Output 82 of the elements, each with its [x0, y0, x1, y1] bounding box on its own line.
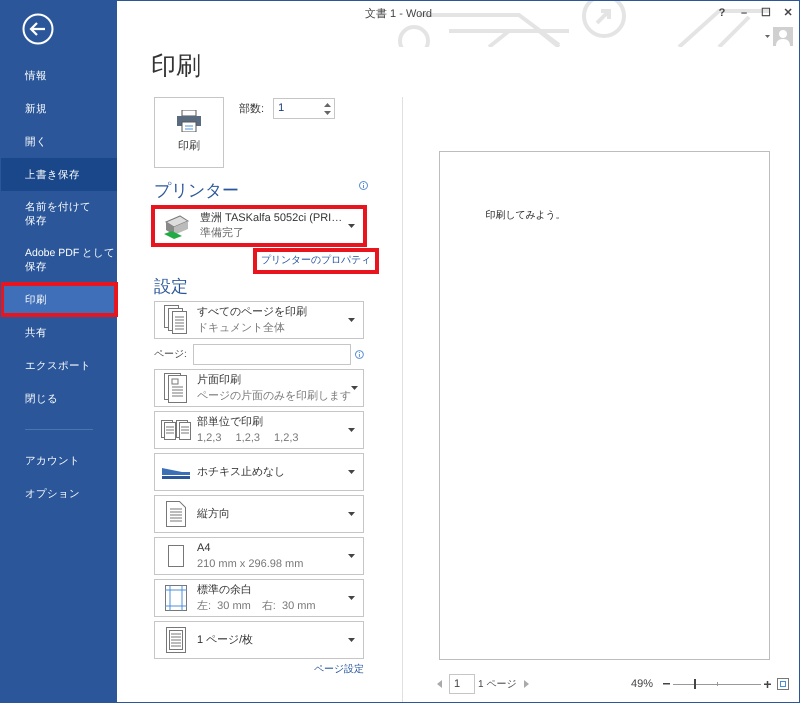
pages-input-field[interactable]: [193, 344, 352, 364]
sidebar-item[interactable]: Adobe PDF として 保存: [1, 237, 117, 283]
back-button[interactable]: [22, 13, 54, 45]
sidebar-item[interactable]: アカウント: [1, 444, 117, 477]
printer-icon: [177, 110, 201, 132]
sidebar-item[interactable]: 共有: [1, 316, 117, 349]
copies-label: 部数:: [239, 102, 264, 117]
sidebar-item[interactable]: 印刷: [1, 283, 117, 316]
setting-description: 210 mm x 296.98 mm: [197, 557, 304, 572]
dropdown-caret-icon: [348, 596, 355, 600]
zoom-slider[interactable]: [673, 679, 761, 689]
window-control-button[interactable]: ☐: [755, 1, 777, 25]
sidebar-item[interactable]: 名前を付けて 保存: [1, 191, 117, 237]
copies-spinner[interactable]: 1: [273, 98, 336, 119]
setting-title: 片面印刷: [197, 373, 242, 388]
dropdown-caret-icon: [348, 428, 355, 432]
page-count: 1 ページ: [478, 678, 516, 692]
setting-dropdown[interactable]: 1 ページ/枚: [154, 621, 364, 659]
setting-title: A4: [197, 541, 212, 556]
setting-description: ドキュメント全体: [197, 321, 286, 336]
setting-title: 部単位で印刷: [197, 414, 264, 430]
dropdown-caret-icon: [348, 318, 355, 322]
printer-name: 豊洲 TASKalfa 5052ci (PRI…: [200, 211, 344, 226]
setting-title: 標準の余白: [197, 583, 253, 598]
dropdown-caret-icon: [348, 638, 355, 642]
page-heading: 印刷: [151, 51, 201, 82]
setting-description: 1,2,3 1,2,3 1,2,3: [197, 431, 300, 446]
sidebar-item[interactable]: 閉じる: [1, 382, 117, 415]
window-control-button[interactable]: ✕: [777, 1, 799, 25]
setting-dropdown[interactable]: 部単位で印刷 1,2,3 1,2,3 1,2,3: [154, 411, 364, 449]
printer-status: 準備完了: [200, 226, 245, 241]
setting-title: すべてのページを印刷: [197, 305, 308, 320]
setting-dropdown[interactable]: 縦方向: [154, 495, 364, 533]
dropdown-caret-icon: [765, 35, 770, 38]
zoom-percent: 49%: [630, 676, 653, 692]
dropdown-caret-icon: [348, 470, 355, 474]
paper-icon: [168, 545, 184, 567]
dropdown-caret-icon: [351, 386, 358, 390]
zoom-slider-thumb[interactable]: [694, 679, 696, 689]
pages-icon: [164, 305, 188, 335]
setting-dropdown[interactable]: 片面印刷 ページの片面のみを印刷します: [154, 369, 364, 407]
stapler-icon: [161, 465, 191, 479]
document-text: 印刷してみよう。: [486, 208, 566, 223]
settings-heading: 設定: [154, 276, 188, 298]
single-page-icon: [164, 373, 188, 403]
dropdown-caret-icon: [348, 554, 355, 558]
sidebar-item[interactable]: エクスポート: [1, 349, 117, 382]
print-button[interactable]: 印刷: [154, 97, 224, 168]
dropdown-caret-icon: [348, 512, 355, 516]
setting-dropdown[interactable]: すべてのページを印刷 ドキュメント全体: [154, 301, 364, 339]
window-control-button[interactable]: –: [733, 1, 755, 25]
printer-select[interactable]: 豊洲 TASKalfa 5052ci (PRI… 準備完了: [151, 205, 367, 247]
sidebar-item[interactable]: 情報: [1, 59, 117, 92]
portrait-page-icon: [166, 501, 186, 527]
zoom-in-icon[interactable]: [764, 680, 771, 688]
setting-title: 1 ページ/枚: [197, 633, 254, 648]
page-number-field[interactable]: 1: [449, 674, 475, 694]
fit-page-icon[interactable]: [777, 678, 789, 690]
dropdown-caret-icon: [348, 224, 355, 228]
info-icon: [355, 350, 364, 358]
setting-description: ページの片面のみを印刷します: [197, 389, 351, 404]
pages-label: ページ:: [154, 348, 188, 362]
printer-heading: プリンター: [154, 180, 239, 202]
window-control-button[interactable]: ?: [711, 1, 733, 25]
window-title: 文書 1 - Word: [365, 6, 432, 22]
collated-pages-icon: [161, 418, 191, 442]
sidebar-item[interactable]: 開く: [1, 125, 117, 158]
sidebar-item[interactable]: 新規: [1, 92, 117, 125]
setting-description: 左: 30 mm 右: 30 mm: [197, 599, 317, 614]
setting-title: 縦方向: [197, 506, 231, 522]
spinner-arrows-icon: [324, 102, 332, 116]
page-icon: [166, 627, 186, 653]
page-setup-link[interactable]: ページ設定: [314, 662, 364, 677]
sidebar-item[interactable]: オプション: [1, 477, 117, 510]
setting-dropdown[interactable]: A4 210 mm x 296.98 mm: [154, 537, 364, 575]
info-icon: [359, 181, 368, 190]
setting-title: ホチキス止めなし: [197, 465, 286, 480]
margins-icon: [165, 585, 187, 611]
setting-dropdown[interactable]: 標準の余白 左: 30 mm 右: 30 mm: [154, 579, 364, 617]
sidebar-item[interactable]: 上書き保存: [1, 158, 117, 191]
printer-properties-link[interactable]: プリンターのプロパティ: [253, 248, 379, 274]
setting-dropdown[interactable]: ホチキス止めなし: [154, 453, 364, 491]
